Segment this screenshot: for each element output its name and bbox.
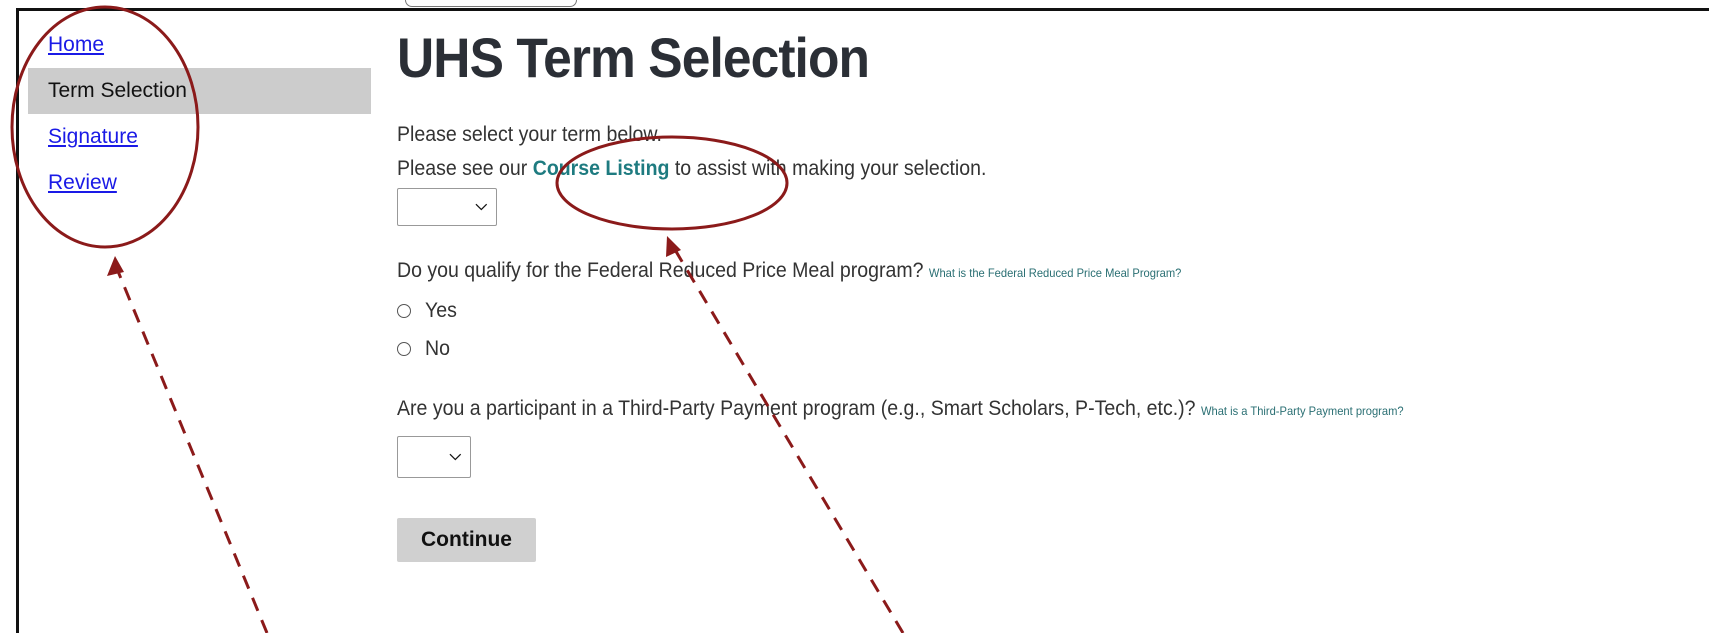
sidebar-item-review[interactable]: Review xyxy=(28,168,371,214)
meal-yes-label: Yes xyxy=(425,299,457,322)
intro-line-2-prefix: Please see our xyxy=(397,157,533,180)
term-select[interactable]: ⌵ xyxy=(397,188,497,226)
sidebar-item-term-selection[interactable]: Term Selection xyxy=(28,68,371,114)
meal-no-label: No xyxy=(425,337,450,360)
chevron-down-icon: ⌵ xyxy=(475,197,487,214)
sidebar-item-review-link[interactable]: Review xyxy=(48,171,117,194)
intro-line-2: Please see our Course Listing to assist … xyxy=(397,154,1597,184)
meal-question-text: Do you qualify for the Federal Reduced P… xyxy=(397,259,924,282)
intro-line-2-suffix: to assist with making your selection. xyxy=(669,157,987,180)
third-party-question-text: Are you a participant in a Third-Party P… xyxy=(397,397,1196,420)
page-title: UHS Term Selection xyxy=(397,26,870,89)
meal-option-no[interactable]: No xyxy=(397,330,1687,368)
intro-line-1: Please select your term below. xyxy=(397,123,662,146)
sidebar-item-signature-link[interactable]: Signature xyxy=(48,125,138,148)
meal-yes-radio[interactable] xyxy=(397,304,411,318)
sidebar-item-signature[interactable]: Signature xyxy=(28,122,371,168)
third-party-help-link[interactable]: What is a Third-Party Payment program? xyxy=(1201,404,1404,418)
third-party-select[interactable]: ⌵ xyxy=(397,436,471,478)
sidebar-item-home-link[interactable]: Home xyxy=(48,33,104,56)
main-content: UHS Term Selection Please select your te… xyxy=(397,25,1687,562)
meal-option-yes[interactable]: Yes xyxy=(397,292,1687,330)
meal-no-radio[interactable] xyxy=(397,342,411,356)
course-listing-link[interactable]: Course Listing xyxy=(533,157,670,180)
sidebar-item-term-selection-label: Term Selection xyxy=(48,79,187,102)
top-tab-edge xyxy=(405,0,577,7)
meal-help-link[interactable]: What is the Federal Reduced Price Meal P… xyxy=(929,266,1181,280)
continue-button[interactable]: Continue xyxy=(397,518,536,562)
chevron-down-icon: ⌵ xyxy=(449,447,461,464)
sidebar-nav: Home Term Selection Signature Review xyxy=(28,30,371,214)
third-party-question: Are you a participant in a Third-Party P… xyxy=(397,394,1597,426)
meal-question: Do you qualify for the Federal Reduced P… xyxy=(397,256,1597,288)
